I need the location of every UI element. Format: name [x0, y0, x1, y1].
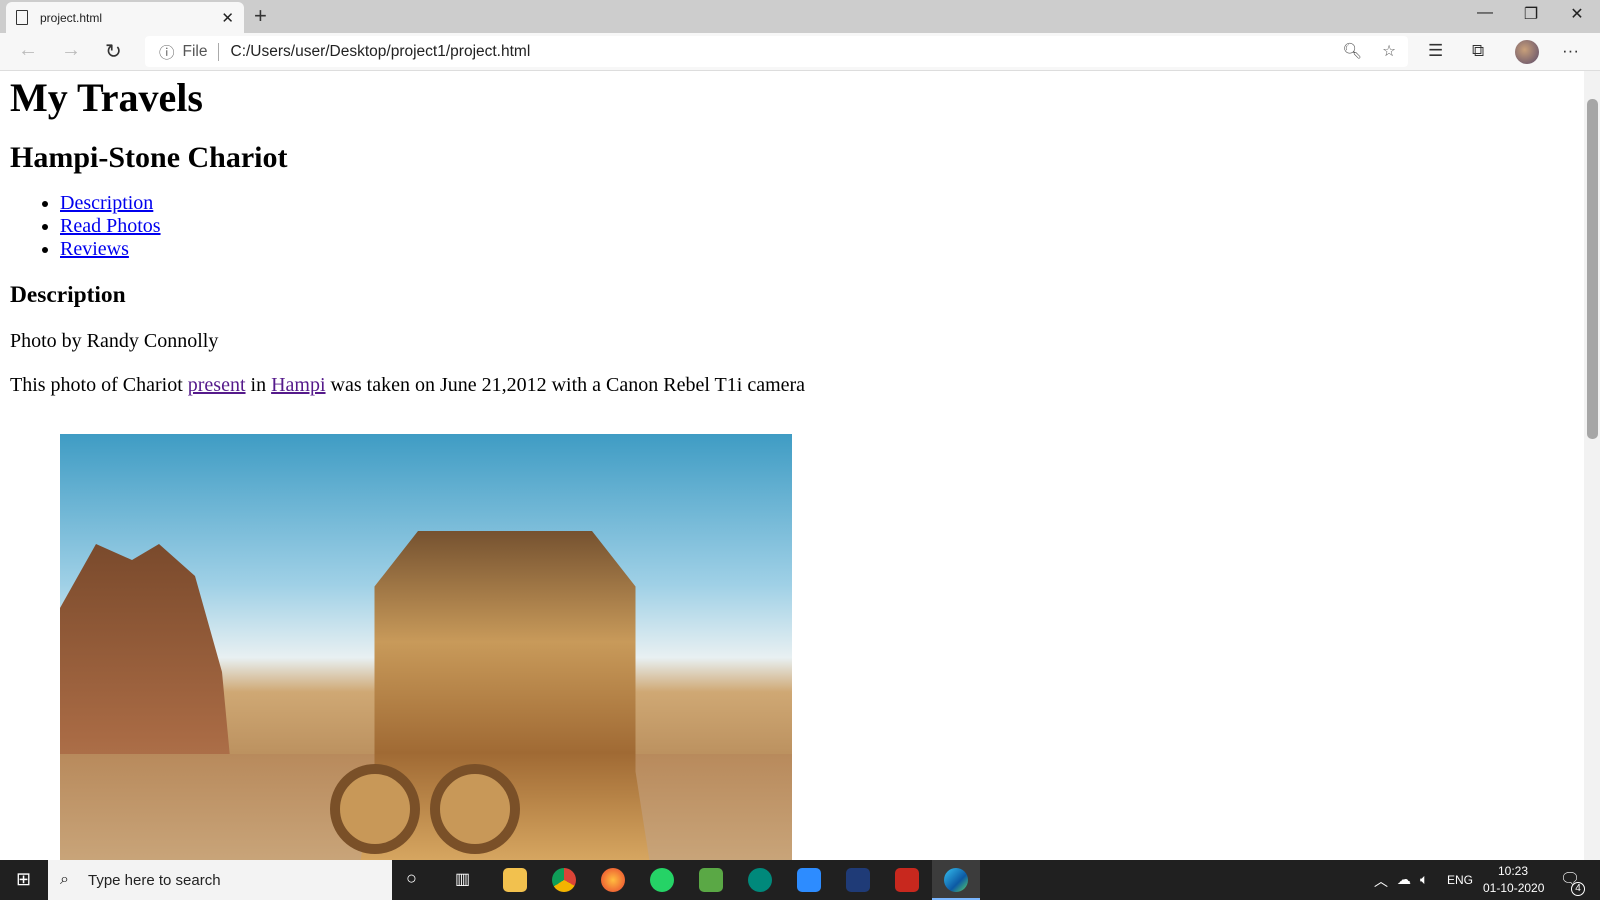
- close-window-icon[interactable]: ✕: [1554, 4, 1600, 24]
- new-tab-icon[interactable]: +: [254, 3, 267, 29]
- list-item: Read Photos: [60, 215, 1584, 238]
- minimize-icon[interactable]: —: [1462, 4, 1508, 22]
- clock-time[interactable]: 10:23: [1498, 864, 1528, 878]
- app-icon[interactable]: [699, 868, 723, 892]
- task-view-icon[interactable]: ▥: [455, 869, 470, 889]
- description-heading: Description: [10, 282, 126, 308]
- zoom-icon[interactable]: 🔍︎: [1342, 42, 1362, 61]
- link-hampi[interactable]: Hampi: [271, 374, 325, 396]
- windows-start-icon[interactable]: ⊞: [16, 869, 31, 890]
- clock-date[interactable]: 01-10-2020: [1483, 881, 1544, 895]
- firefox-icon[interactable]: [601, 868, 625, 892]
- address-prefix: File: [183, 42, 219, 61]
- chevron-up-icon[interactable]: ︿: [1374, 871, 1388, 891]
- restore-icon[interactable]: ❐: [1508, 4, 1554, 24]
- taskbar: ⊞ ⌕ Type here to search ○ ▥ ︿ ☁ 🔈︎ ENG 1…: [0, 860, 1600, 900]
- list-item: Description: [60, 192, 1584, 215]
- edge-taskbar-button[interactable]: [932, 860, 980, 900]
- refresh-icon[interactable]: ↻: [105, 39, 122, 64]
- onedrive-icon[interactable]: ☁: [1397, 871, 1411, 888]
- notification-count: 4: [1571, 882, 1585, 896]
- scrollbar-thumb[interactable]: [1587, 99, 1598, 439]
- nav-list: Description Read Photos Reviews: [10, 192, 1584, 261]
- star-icon[interactable]: ☆: [1382, 42, 1396, 61]
- zoom-app-icon[interactable]: [797, 868, 821, 892]
- forward-icon[interactable]: →: [61, 39, 81, 62]
- url-text[interactable]: C:/Users/user/Desktop/project1/project.h…: [231, 43, 531, 61]
- scrollbar[interactable]: [1584, 71, 1600, 860]
- avatar[interactable]: [1515, 40, 1539, 64]
- volume-icon[interactable]: 🔈︎: [1420, 871, 1428, 888]
- search-placeholder: Type here to search: [88, 871, 221, 889]
- toolbar: ← → ↻ ⓘ File C:/Users/user/Desktop/proje…: [0, 33, 1600, 71]
- chrome-icon[interactable]: [552, 868, 576, 892]
- taskbar-search[interactable]: ⌕ Type here to search: [48, 860, 392, 900]
- hampi-chariot-photo: [60, 434, 792, 860]
- back-icon[interactable]: ←: [18, 39, 38, 62]
- link-reviews[interactable]: Reviews: [60, 238, 129, 260]
- file-explorer-icon[interactable]: [503, 868, 527, 892]
- meet-icon[interactable]: [748, 868, 772, 892]
- photo-description: This photo of Chariot present in Hampi w…: [10, 373, 1584, 397]
- info-icon[interactable]: ⓘ: [159, 41, 175, 63]
- link-present[interactable]: present: [188, 374, 246, 396]
- edge-icon: [944, 868, 968, 892]
- page-icon: [16, 10, 28, 25]
- devcpp-icon[interactable]: [846, 868, 870, 892]
- page-title: My Travels: [10, 75, 203, 120]
- more-icon[interactable]: ···: [1562, 41, 1579, 61]
- language-indicator[interactable]: ENG: [1447, 873, 1473, 887]
- search-icon: ⌕: [60, 871, 69, 888]
- text: was taken on June 21,2012 with a Canon R…: [325, 374, 806, 396]
- turbo-c-icon[interactable]: [895, 868, 919, 892]
- list-item: Reviews: [60, 238, 1584, 261]
- close-tab-icon[interactable]: ✕: [221, 9, 234, 27]
- address-bar[interactable]: ⓘ File C:/Users/user/Desktop/project1/pr…: [145, 36, 1408, 67]
- section-title: Hampi-Stone Chariot: [10, 141, 288, 174]
- browser-tab[interactable]: project.html ✕: [6, 2, 244, 33]
- tab-bar: project.html ✕ + — ❐ ✕: [0, 0, 1600, 33]
- page-content: My Travels Hampi-Stone Chariot Descripti…: [0, 71, 1584, 860]
- whatsapp-icon[interactable]: [650, 868, 674, 892]
- photo-credit: Photo by Randy Connolly: [10, 330, 219, 352]
- text: This photo of Chariot: [10, 374, 188, 396]
- cortana-icon[interactable]: ○: [406, 868, 417, 889]
- tab-title: project.html: [40, 10, 103, 25]
- text: in: [245, 374, 272, 396]
- favorites-icon[interactable]: ☰: [1428, 41, 1443, 61]
- collections-icon[interactable]: ⧉: [1472, 41, 1484, 61]
- link-description[interactable]: Description: [60, 192, 153, 214]
- link-read-photos[interactable]: Read Photos: [60, 215, 161, 237]
